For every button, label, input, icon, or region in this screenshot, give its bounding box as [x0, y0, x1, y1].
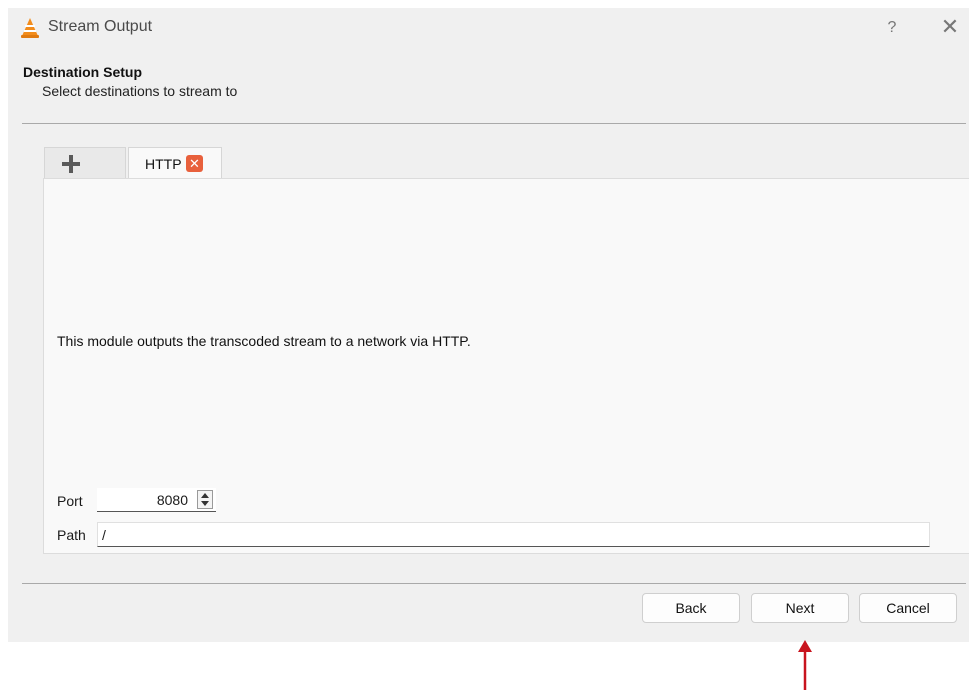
page-title: Destination Setup [23, 64, 143, 80]
back-button[interactable]: Back [642, 593, 740, 623]
window-title: Stream Output [48, 18, 153, 35]
path-value: / [102, 527, 106, 543]
path-input[interactable]: / [97, 522, 930, 547]
http-settings-panel: This module outputs the transcoded strea… [43, 178, 969, 554]
port-value: 8080 [156, 492, 188, 508]
module-description: This module outputs the transcoded strea… [57, 333, 471, 349]
arrow-down-icon[interactable] [201, 501, 209, 506]
path-label: Path [57, 527, 86, 543]
cancel-button[interactable]: Cancel [859, 593, 957, 623]
port-stepper[interactable] [197, 490, 213, 509]
help-button[interactable]: ? [880, 16, 904, 40]
port-spinbox[interactable]: 8080 [97, 488, 216, 512]
close-icon[interactable]: ✕ [186, 155, 203, 172]
tab-http-label: HTTP [145, 156, 182, 172]
port-label: Port [57, 493, 83, 509]
header-divider [22, 123, 966, 124]
close-window-button[interactable]: ✕ [938, 16, 962, 40]
arrow-up-icon[interactable] [201, 493, 209, 498]
footer-divider [22, 583, 966, 584]
title-bar: Stream Output ? ✕ [8, 8, 969, 48]
next-button[interactable]: Next [751, 593, 849, 623]
page-subtitle: Select destinations to stream to [42, 83, 238, 99]
stream-output-dialog: Stream Output ? ✕ Destination Setup Sele… [8, 8, 969, 642]
tab-add-destination[interactable] [44, 147, 126, 178]
vlc-cone-icon [21, 18, 39, 38]
tab-http[interactable]: HTTP ✕ [128, 147, 222, 179]
plus-icon [62, 155, 80, 173]
annotation-arrow-icon [798, 640, 812, 690]
